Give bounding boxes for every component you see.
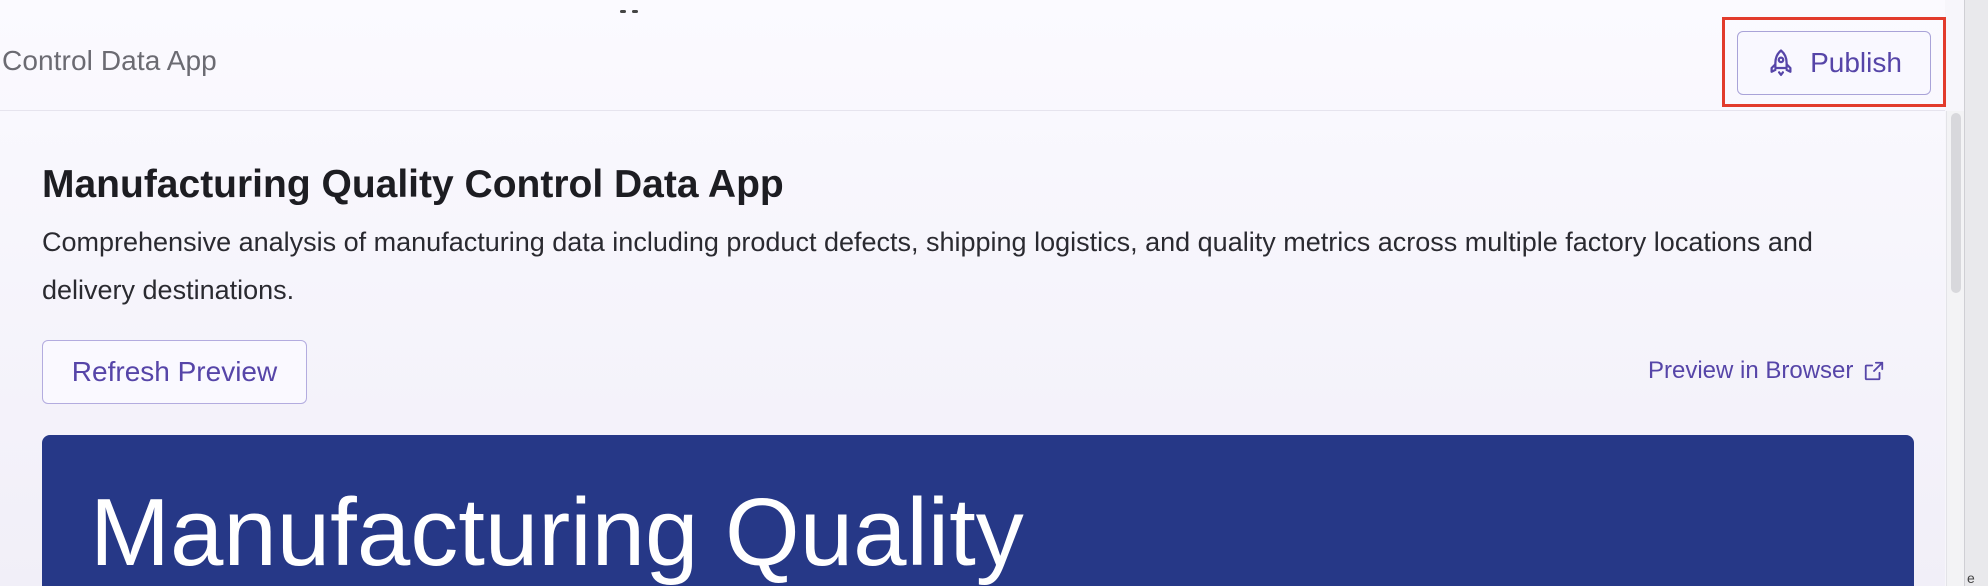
scroll-thumb[interactable] [1951,113,1961,293]
preview-in-browser-label: Preview in Browser [1648,357,1854,384]
page-title: Manufacturing Quality Control Data App [42,163,784,206]
window-edge: e [1964,0,1988,586]
publish-button[interactable]: Publish [1737,31,1931,95]
page-description: Comprehensive analysis of manufacturing … [42,227,1813,305]
hero-title: Manufacturing Quality [90,479,1024,586]
refresh-preview-label: Refresh Preview [71,356,278,387]
breadcrumb: Control Data App [2,45,217,76]
top-bar: Control Data App [0,0,1945,111]
preview-in-browser-link[interactable]: Preview in Browser [1648,357,1885,385]
scrollbar[interactable] [1946,111,1964,586]
refresh-preview-button[interactable]: Refresh Preview [42,340,307,404]
app-preview-hero: Manufacturing Quality [42,435,1914,586]
external-link-icon [1865,361,1884,381]
publish-button-label: Publish [1810,47,1902,78]
rocket-icon [1770,49,1792,76]
